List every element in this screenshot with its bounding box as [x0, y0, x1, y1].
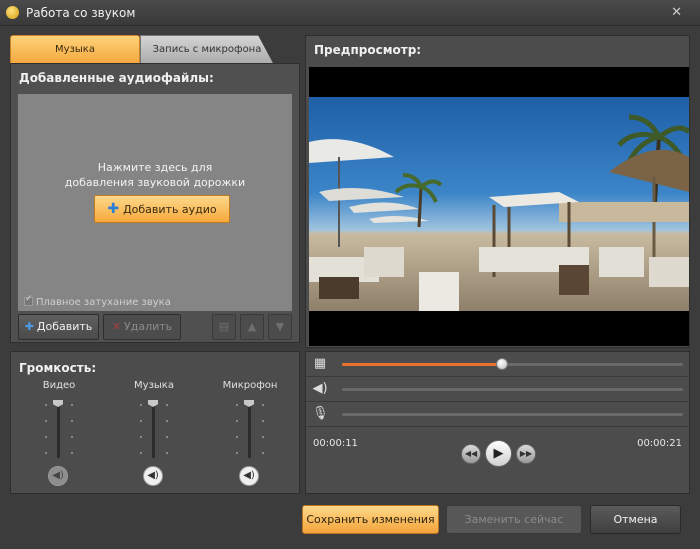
speaker-icon: ◀)	[312, 381, 328, 396]
save-changes-button[interactable]: Сохранить изменения	[302, 505, 439, 534]
hint-line-2: добавления звуковой дорожки	[64, 176, 246, 189]
replace-now-button[interactable]: Заменить сейчас	[446, 505, 582, 534]
audio-files-header: Добавленные аудиофайлы:	[19, 71, 214, 85]
rewind-icon[interactable]: ◀◀	[461, 444, 481, 464]
video-progress-knob[interactable]	[496, 358, 508, 370]
film-strip-icon: ▦	[313, 356, 327, 371]
delete-button[interactable]: ✕ Удалить	[103, 314, 181, 340]
video-progress-fill	[342, 363, 502, 366]
mic-track-line[interactable]	[342, 413, 683, 416]
smooth-fade-checkbox[interactable]: Плавное затухание звука	[24, 294, 171, 308]
volume-slider-mic[interactable]	[248, 402, 251, 458]
current-time: 00:00:11	[313, 438, 358, 449]
preview-header: Предпросмотр:	[314, 43, 422, 57]
audio-dropzone[interactable]: Нажмите здесь для добавления звуковой до…	[18, 94, 292, 311]
total-time: 00:00:21	[637, 438, 682, 449]
audio-track-row: ◀)	[306, 377, 691, 402]
hint-line-1: Нажмите здесь для	[97, 161, 213, 174]
checkbox-icon	[24, 294, 33, 306]
plus-icon: ✚	[24, 320, 34, 333]
volume-panel: Громкость: Видео ◀) Музыка ◀) Микрофон ◀…	[10, 351, 300, 494]
file-properties-icon[interactable]: ▤	[212, 314, 236, 340]
volume-slider-video[interactable]	[57, 402, 60, 458]
beach-scene-art	[309, 114, 689, 311]
volume-label-mic: Микрофон	[222, 380, 278, 391]
add-label: Добавить	[36, 320, 93, 333]
title-bar: Работа со звуком ✕	[0, 0, 700, 26]
window-title: Работа со звуком	[26, 6, 136, 20]
volume-label-video: Видео	[42, 380, 76, 391]
tab-music[interactable]: Музыка	[10, 35, 140, 65]
video-track-row: ▦	[306, 352, 691, 377]
play-icon[interactable]: ▶	[485, 440, 512, 467]
speaker-icon[interactable]: ◀)	[143, 466, 163, 486]
cancel-button[interactable]: Отмена	[590, 505, 681, 534]
delete-label: Удалить	[124, 320, 173, 333]
microphone-icon: 🎙	[312, 406, 329, 421]
volume-label-music: Музыка	[134, 380, 174, 391]
preview-panel: Предпросмотр:	[305, 35, 690, 348]
audio-files-panel: Добавленные аудиофайлы: Нажмите здесь дл…	[10, 63, 300, 343]
beach-scene-image	[309, 97, 689, 311]
volume-channel-music: Музыка ◀)	[114, 380, 194, 486]
volume-channel-video: Видео ◀)	[19, 380, 99, 486]
move-up-icon[interactable]: ▲	[240, 314, 264, 340]
smooth-fade-label: Плавное затухание звука	[36, 297, 171, 308]
tab-mic-record[interactable]: Запись с микрофона	[140, 35, 274, 65]
dropzone-hint: Нажмите здесь для добавления звуковой до…	[18, 160, 292, 190]
delete-icon: ✕	[111, 320, 122, 333]
move-down-icon[interactable]: ▼	[268, 314, 292, 340]
playback-panel: ▦ ◀) 🎙 00:00:11 00:00:21 ◀◀ ▶ ▶▶	[305, 351, 691, 494]
speaker-icon[interactable]: ◀)	[48, 466, 68, 486]
transport-controls: ◀◀ ▶ ▶▶	[461, 440, 536, 470]
plus-icon: ✚	[107, 201, 120, 217]
app-icon	[6, 6, 19, 19]
add-audio-label: Добавить аудио	[123, 203, 217, 216]
volume-slider-music[interactable]	[152, 402, 155, 458]
audio-track-line[interactable]	[342, 388, 683, 391]
speaker-icon[interactable]: ◀)	[239, 466, 259, 486]
add-button[interactable]: ✚ Добавить	[18, 314, 99, 340]
video-preview	[309, 67, 689, 346]
add-audio-button[interactable]: ✚ Добавить аудио	[94, 195, 230, 223]
volume-header: Громкость:	[19, 361, 97, 375]
tab-bar: Музыка Запись с микрофона	[10, 35, 300, 65]
close-icon[interactable]: ✕	[671, 5, 682, 20]
mic-track-row: 🎙	[306, 402, 691, 427]
fast-forward-icon[interactable]: ▶▶	[516, 444, 536, 464]
volume-channel-mic: Микрофон ◀)	[210, 380, 290, 486]
audio-toolbar: ✚ Добавить ✕ Удалить ▤ ▲ ▼	[18, 314, 292, 340]
